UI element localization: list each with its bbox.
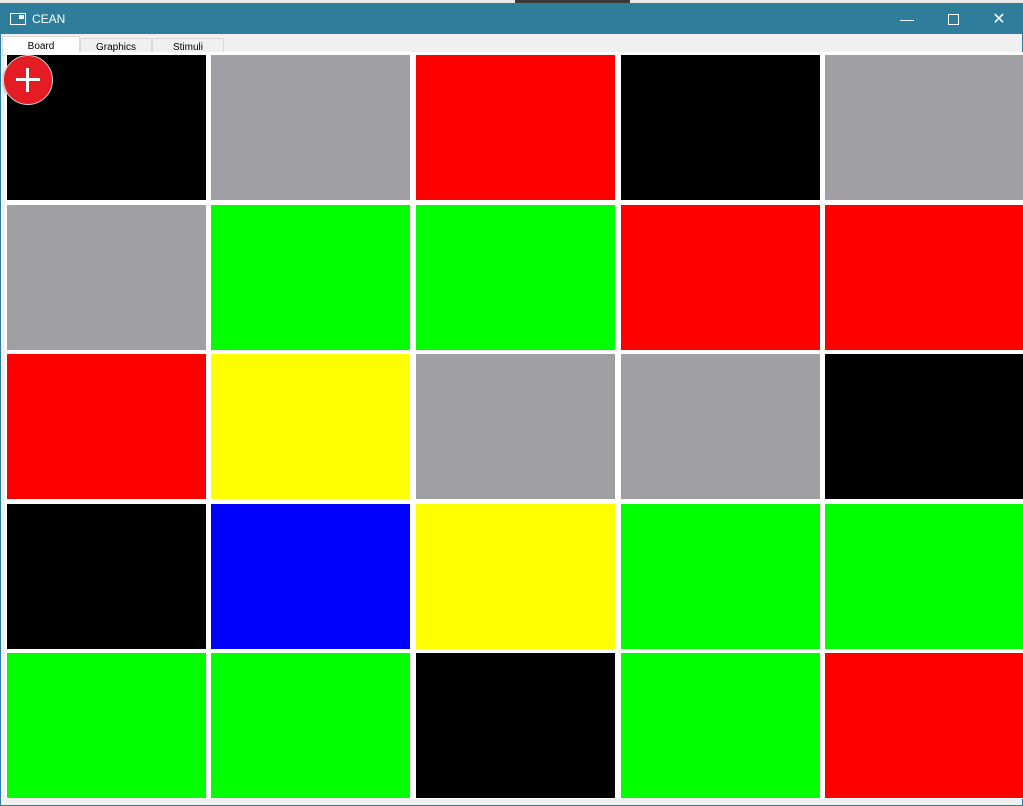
board-cell-yellow[interactable] <box>211 354 410 499</box>
board-cell-red[interactable] <box>7 354 206 499</box>
board-cell-green[interactable] <box>211 653 410 798</box>
board-cell-red[interactable] <box>416 55 615 200</box>
window-controls: — ✕ <box>884 4 1022 34</box>
maximize-icon <box>947 13 959 25</box>
board-cell-red[interactable] <box>621 205 820 350</box>
board-cell-blue[interactable] <box>211 504 410 649</box>
minimize-icon: — <box>900 11 914 27</box>
board-cell-green[interactable] <box>211 205 410 350</box>
color-board-grid <box>5 52 1023 799</box>
add-button[interactable] <box>3 55 53 105</box>
board-cell-green[interactable] <box>416 205 615 350</box>
minimize-button[interactable]: — <box>884 4 930 34</box>
app-window-icon <box>10 13 26 25</box>
board-cell-gray[interactable] <box>211 55 410 200</box>
board-cell-black[interactable] <box>416 653 615 798</box>
board-cell-yellow[interactable] <box>416 504 615 649</box>
board-cell-gray[interactable] <box>621 354 820 499</box>
title-bar[interactable]: CEAN — ✕ <box>1 4 1022 34</box>
board-cell-green[interactable] <box>7 653 206 798</box>
board-cell-black[interactable] <box>7 504 206 649</box>
board-cell-green[interactable] <box>621 653 820 798</box>
board-cell-gray[interactable] <box>416 354 615 499</box>
board-cell-red[interactable] <box>825 653 1023 798</box>
close-button[interactable]: ✕ <box>976 4 1022 34</box>
board-cell-green[interactable] <box>825 504 1023 649</box>
board-cell-black[interactable] <box>621 55 820 200</box>
board-cell-black[interactable] <box>825 354 1023 499</box>
board-cell-green[interactable] <box>621 504 820 649</box>
plus-icon <box>16 68 40 92</box>
window-title: CEAN <box>32 12 66 26</box>
board-cell-gray[interactable] <box>825 55 1023 200</box>
close-icon: ✕ <box>992 11 1006 28</box>
board-cell-gray[interactable] <box>7 205 206 350</box>
maximize-button[interactable] <box>930 4 976 34</box>
board-cell-red[interactable] <box>825 205 1023 350</box>
